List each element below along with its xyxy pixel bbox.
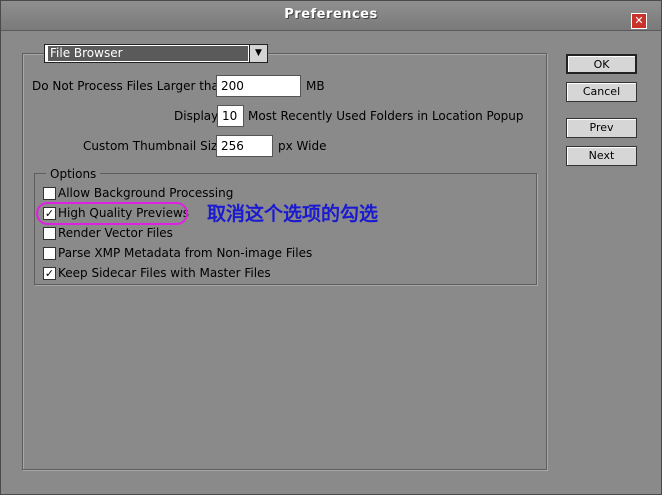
preferences-window: Preferences ✕ File Browser ▼ Do Not Proc… [0, 0, 662, 495]
max-size-unit: MB [306, 79, 325, 93]
checkbox[interactable] [43, 247, 56, 260]
ok-button[interactable]: OK [566, 54, 637, 74]
section-dropdown-value: File Browser [48, 46, 248, 61]
thumbnail-size-label: Custom Thumbnail Size: [83, 139, 229, 153]
checkbox[interactable]: ✓ [43, 267, 56, 280]
option-label: Allow Background Processing [58, 186, 234, 200]
prev-button[interactable]: Prev [566, 118, 637, 138]
next-button[interactable]: Next [566, 146, 637, 166]
checkbox[interactable] [43, 187, 56, 200]
thumbnail-size-suffix: px Wide [278, 139, 327, 153]
chevron-down-icon[interactable]: ▼ [249, 44, 268, 63]
close-icon[interactable]: ✕ [631, 13, 647, 29]
options-legend: Options [46, 167, 101, 181]
title-bar[interactable]: Preferences ✕ [1, 1, 661, 31]
option-label: Render Vector Files [58, 226, 173, 240]
display-count-input[interactable]: 10 [217, 105, 244, 127]
option-label: Parse XMP Metadata from Non-image Files [58, 246, 313, 260]
highlight-ellipse [36, 202, 188, 225]
max-size-label: Do Not Process Files Larger than: [32, 79, 231, 93]
section-dropdown[interactable]: File Browser [44, 44, 268, 63]
annotation-text: 取消这个选项的勾选 [207, 203, 379, 225]
option-label: Keep Sidecar Files with Master Files [58, 266, 271, 280]
checkbox[interactable] [43, 227, 56, 240]
window-title: Preferences [284, 7, 378, 22]
display-label: Display: [174, 109, 222, 123]
max-size-input[interactable]: 200 [216, 75, 301, 97]
display-suffix: Most Recently Used Folders in Location P… [248, 109, 524, 123]
thumbnail-size-input[interactable]: 256 [216, 135, 273, 157]
cancel-button[interactable]: Cancel [566, 82, 637, 102]
